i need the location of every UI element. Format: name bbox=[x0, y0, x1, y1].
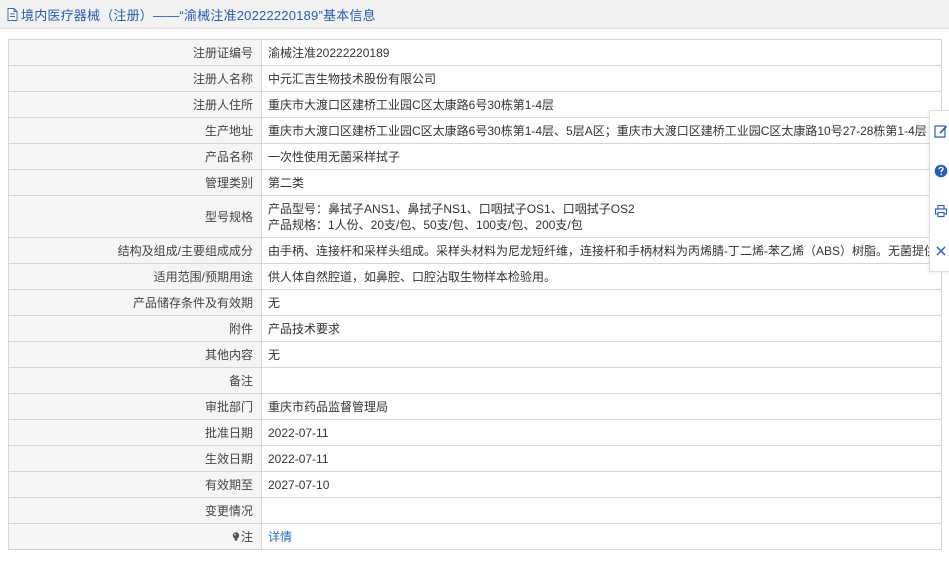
row-value: 渝械注准20222220189 bbox=[261, 39, 942, 66]
table-row: 管理类别 第二类 bbox=[8, 169, 942, 196]
lightbulb-icon bbox=[232, 531, 240, 541]
row-label: 生效日期 bbox=[8, 445, 262, 472]
row-label: 其他内容 bbox=[8, 341, 262, 368]
help-icon bbox=[934, 164, 948, 178]
row-label: 产品储存条件及有效期 bbox=[8, 289, 262, 316]
table-row: 型号规格 产品型号：鼻拭子ANS1、鼻拭子NS1、口咽拭子OS1、口咽拭子OS2… bbox=[8, 195, 942, 238]
row-label: 结构及组成/主要组成成分 bbox=[8, 237, 262, 264]
table-row: 生产地址 重庆市大渡口区建桥工业园C区太康路6号30栋第1-4层、5层A区；重庆… bbox=[8, 117, 942, 144]
row-value: 重庆市药品监督管理局 bbox=[261, 393, 942, 420]
info-table: 注册证编号 渝械注准20222220189 注册人名称 中元汇吉生物技术股份有限… bbox=[8, 39, 942, 550]
row-label: 注册人名称 bbox=[8, 65, 262, 92]
row-label: 审批部门 bbox=[8, 393, 262, 420]
row-value: 供人体自然腔道，如鼻腔、口腔沾取生物样本检验用。 bbox=[261, 263, 942, 290]
spec-line: 产品规格：1人份、20支/包、50支/包、100支/包、200支/包 bbox=[268, 217, 583, 232]
row-value: 中元汇吉生物技术股份有限公司 bbox=[261, 65, 942, 92]
row-value: 产品型号：鼻拭子ANS1、鼻拭子NS1、口咽拭子OS1、口咽拭子OS2 产品规格… bbox=[261, 195, 942, 238]
table-row: 注 详情 bbox=[8, 523, 942, 550]
edit-button[interactable] bbox=[933, 123, 949, 139]
row-value bbox=[261, 367, 942, 394]
page-header: 境内医疗器械（注册）——“渝械注准20222220189”基本信息 bbox=[0, 0, 949, 29]
row-label: 管理类别 bbox=[8, 169, 262, 196]
row-value: 重庆市大渡口区建桥工业园C区太康路6号30栋第1-4层、5层A区；重庆市大渡口区… bbox=[261, 117, 942, 144]
table-row: 注册人住所 重庆市大渡口区建桥工业园C区太康路6号30栋第1-4层 bbox=[8, 91, 942, 118]
help-button[interactable] bbox=[933, 163, 949, 179]
table-row: 生效日期 2022-07-11 bbox=[8, 445, 942, 472]
table-row: 结构及组成/主要组成成分 由手柄、连接杆和采样头组成。采样头材料为尼龙短纤维，连… bbox=[8, 237, 942, 264]
row-value: 2027-07-10 bbox=[261, 471, 942, 498]
table-row: 备注 bbox=[8, 367, 942, 394]
table-row: 注册证编号 渝械注准20222220189 bbox=[8, 39, 942, 66]
row-label: 备注 bbox=[8, 367, 262, 394]
row-value: 详情 bbox=[261, 523, 942, 550]
table-row: 产品名称 一次性使用无菌采样拭子 bbox=[8, 143, 942, 170]
floating-toolbar bbox=[929, 110, 949, 272]
table-row: 其他内容 无 bbox=[8, 341, 942, 368]
table-row: 变更情况 bbox=[8, 497, 942, 524]
row-value: 由手柄、连接杆和采样头组成。采样头材料为尼龙短纤维，连接杆和手柄材料为丙烯腈-丁… bbox=[261, 237, 942, 264]
table-row: 适用范围/预期用途 供人体自然腔道，如鼻腔、口腔沾取生物样本检验用。 bbox=[8, 263, 942, 290]
row-value: 产品技术要求 bbox=[261, 315, 942, 342]
details-link[interactable]: 详情 bbox=[268, 530, 292, 544]
edit-icon bbox=[934, 125, 948, 138]
row-label: 附件 bbox=[8, 315, 262, 342]
table-row: 产品储存条件及有效期 无 bbox=[8, 289, 942, 316]
row-label: 生产地址 bbox=[8, 117, 262, 144]
page-title: 境内医疗器械（注册）——“渝械注准20222220189”基本信息 bbox=[21, 7, 376, 23]
close-icon bbox=[936, 246, 946, 256]
row-value: 2022-07-11 bbox=[261, 419, 942, 446]
document-icon bbox=[7, 7, 18, 21]
row-label-note: 注 bbox=[8, 523, 262, 550]
model-line: 产品型号：鼻拭子ANS1、鼻拭子NS1、口咽拭子OS1、口咽拭子OS2 bbox=[268, 201, 635, 216]
row-label: 型号规格 bbox=[8, 195, 262, 238]
table-row: 有效期至 2027-07-10 bbox=[8, 471, 942, 498]
row-value: 一次性使用无菌采样拭子 bbox=[261, 143, 942, 170]
table-row: 注册人名称 中元汇吉生物技术股份有限公司 bbox=[8, 65, 942, 92]
table-row: 附件 产品技术要求 bbox=[8, 315, 942, 342]
row-label: 注册证编号 bbox=[8, 39, 262, 66]
row-label: 有效期至 bbox=[8, 471, 262, 498]
row-label: 注册人住所 bbox=[8, 91, 262, 118]
row-label: 变更情况 bbox=[8, 497, 262, 524]
row-value: 第二类 bbox=[261, 169, 942, 196]
print-icon bbox=[934, 204, 948, 218]
table-row: 批准日期 2022-07-11 bbox=[8, 419, 942, 446]
row-value: 重庆市大渡口区建桥工业园C区太康路6号30栋第1-4层 bbox=[261, 91, 942, 118]
row-value bbox=[261, 497, 942, 524]
row-label: 适用范围/预期用途 bbox=[8, 263, 262, 290]
table-row: 审批部门 重庆市药品监督管理局 bbox=[8, 393, 942, 420]
row-value: 2022-07-11 bbox=[261, 445, 942, 472]
row-label: 产品名称 bbox=[8, 143, 262, 170]
row-value: 无 bbox=[261, 341, 942, 368]
note-label: 注 bbox=[240, 529, 253, 544]
row-label: 批准日期 bbox=[8, 419, 262, 446]
row-value: 无 bbox=[261, 289, 942, 316]
close-button[interactable] bbox=[933, 243, 949, 259]
print-button[interactable] bbox=[933, 203, 949, 219]
